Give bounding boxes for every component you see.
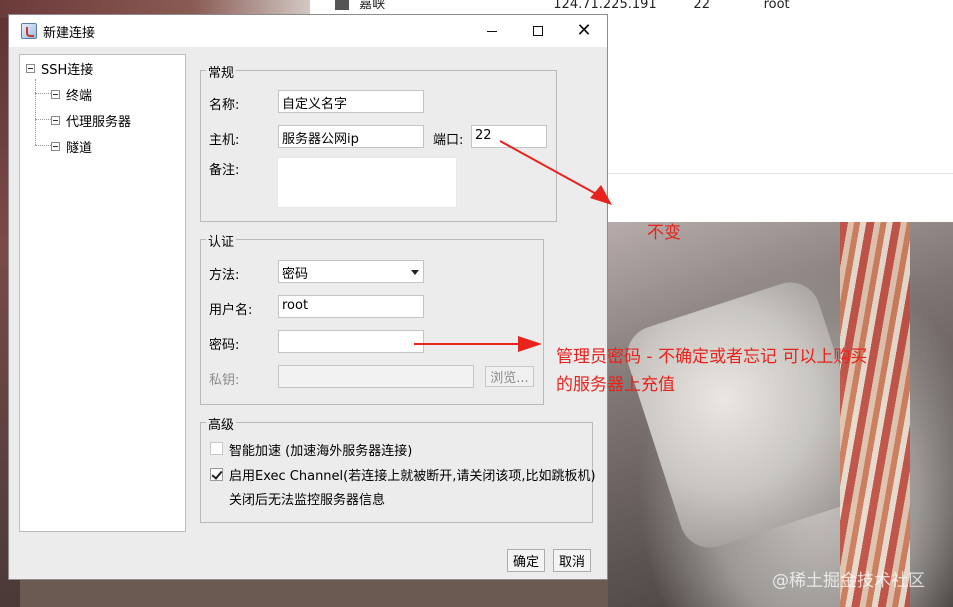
server-user: root <box>763 0 790 12</box>
server-port: 22 <box>693 0 710 12</box>
port-annotation: 不变 <box>647 223 681 243</box>
general-legend: 常规 <box>206 62 237 81</box>
tree-item-terminal[interactable]: 终端 <box>51 85 93 104</box>
method-selected-value: 密码 <box>282 267 309 282</box>
dialog-title: 新建连接 <box>43 26 96 41</box>
tree-item-label: 终端 <box>66 88 93 104</box>
tree-connector <box>35 79 36 145</box>
name-label: 名称: <box>209 98 240 113</box>
close-button[interactable]: ✕ <box>561 15 607 47</box>
tree-connector <box>35 119 51 120</box>
password-annotation-line1: 管理员密码 - 不确定或者忘记 可以上购买 <box>556 347 868 367</box>
collapse-icon[interactable] <box>26 63 35 73</box>
ok-button[interactable]: 确定 <box>507 549 545 572</box>
private-key-label: 私钥: <box>209 373 240 388</box>
watermark: @稀土掘金技术社区 <box>772 571 925 591</box>
maximize-icon <box>533 26 543 36</box>
advanced-group: 高级 智能加速 (加速海外服务器连接) 启用Exec Channel(若连接上就… <box>200 414 596 523</box>
smart-accel-checkbox[interactable] <box>210 442 223 455</box>
minimize-icon <box>487 30 497 32</box>
smart-accel-label: 智能加速 (加速海外服务器连接) <box>229 444 413 459</box>
port-input[interactable]: 22 <box>471 125 547 148</box>
new-connection-dialog: 新建连接 ✕ SSH连接 终端 代理服务器 隧道 常规 名称: 自定义名字 主机… <box>8 14 608 580</box>
exec-channel-note: 关闭后无法监控服务器信息 <box>229 493 386 508</box>
general-group: 常规 名称: 自定义名字 主机: 服务器公网ip 端口: 22 备注: <box>200 62 557 222</box>
advanced-legend: 高级 <box>206 414 237 433</box>
host-label: 主机: <box>209 133 240 148</box>
exec-channel-checkbox[interactable] <box>210 468 223 481</box>
password-annotation-line2: 的服务器上充值 <box>556 375 675 395</box>
tree-item-ssh[interactable]: SSH连接 <box>26 59 94 78</box>
server-name: 嘉峡 <box>359 0 386 12</box>
name-input[interactable]: 自定义名字 <box>278 90 424 113</box>
server-icon <box>335 0 349 10</box>
username-label: 用户名: <box>209 303 253 318</box>
java-app-icon <box>21 23 37 39</box>
minimize-button[interactable] <box>469 15 515 47</box>
tree-connector <box>35 145 51 146</box>
tree-item-label: SSH连接 <box>41 62 94 78</box>
method-label: 方法: <box>209 268 240 283</box>
collapse-icon[interactable] <box>51 115 60 125</box>
maximize-button[interactable] <box>515 15 561 47</box>
cancel-button[interactable]: 取消 <box>553 549 591 572</box>
port-label: 端口: <box>433 133 464 148</box>
exec-channel-label: 启用Exec Channel(若连接上就被断开,请关闭该项,比如跳板机) <box>229 469 596 484</box>
note-textarea[interactable] <box>277 157 457 208</box>
note-label: 备注: <box>209 163 240 178</box>
title-bar[interactable]: 新建连接 ✕ <box>9 15 607 47</box>
server-ip: 124.71.225.191 <box>553 0 657 12</box>
tree-item-tunnel[interactable]: 隧道 <box>51 137 93 156</box>
tree-item-label: 代理服务器 <box>66 114 132 130</box>
tree-connector <box>35 93 51 94</box>
background-server-row: 嘉峡 124.71.225.191 22 root <box>335 0 790 12</box>
close-icon: ✕ <box>576 20 592 41</box>
background-blanket <box>840 222 910 607</box>
collapse-icon[interactable] <box>51 89 60 99</box>
password-label: 密码: <box>209 338 240 353</box>
dropdown-arrow-icon <box>411 270 419 275</box>
password-input[interactable] <box>278 330 424 353</box>
auth-group: 认证 方法: 密码 用户名: root 密码: 私钥: 浏览... <box>200 231 544 405</box>
host-input[interactable]: 服务器公网ip <box>278 125 424 148</box>
collapse-icon[interactable] <box>51 141 60 151</box>
category-tree: SSH连接 终端 代理服务器 隧道 <box>19 54 186 532</box>
browse-button: 浏览... <box>485 366 534 387</box>
private-key-input <box>278 365 474 388</box>
username-input[interactable]: root <box>278 295 424 318</box>
method-select[interactable]: 密码 <box>278 260 424 283</box>
tree-item-proxy[interactable]: 代理服务器 <box>51 111 132 130</box>
auth-legend: 认证 <box>206 231 237 250</box>
tree-item-label: 隧道 <box>66 140 93 156</box>
